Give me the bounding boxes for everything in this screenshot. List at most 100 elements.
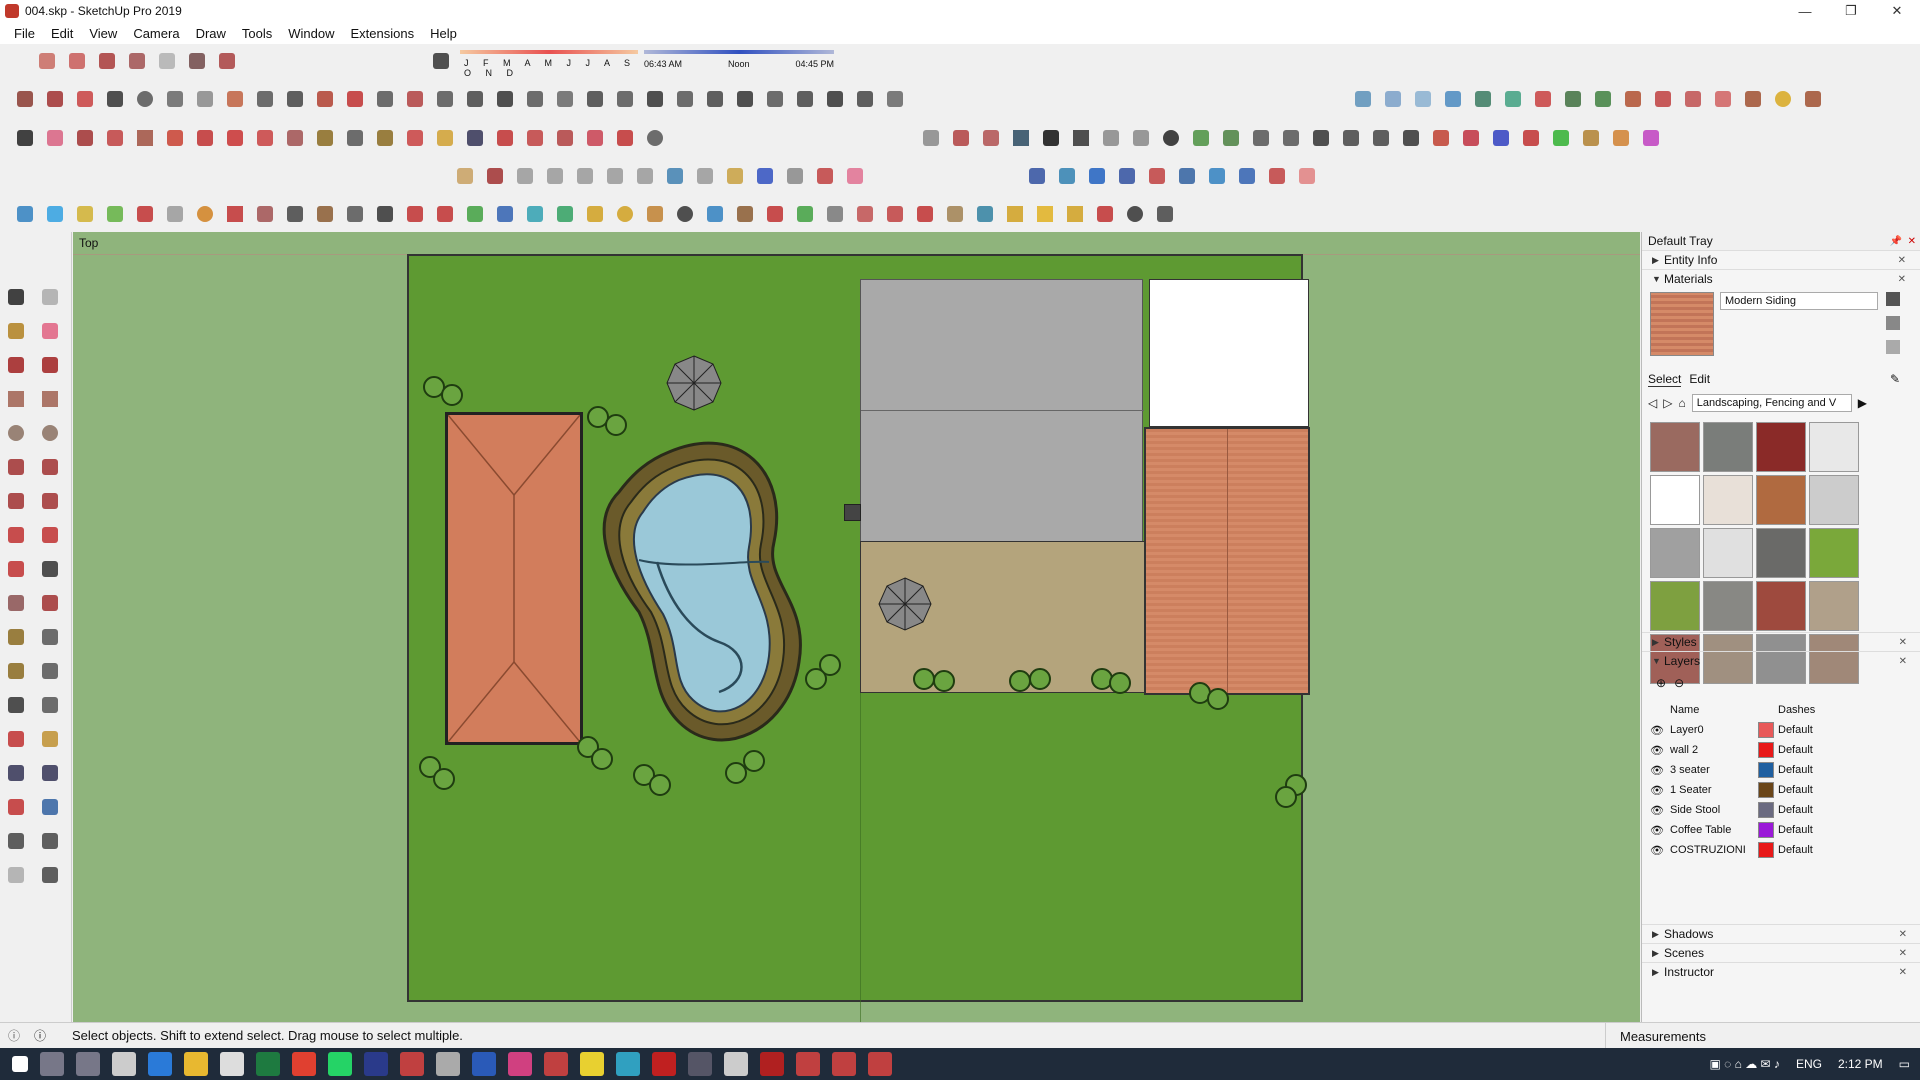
offset-icon[interactable] [192, 86, 218, 112]
extrude-icon[interactable] [372, 86, 398, 112]
terrain-4-icon[interactable] [1440, 86, 1466, 112]
offset-icon-left[interactable] [37, 590, 63, 616]
fredo-7-icon[interactable] [1710, 86, 1736, 112]
tab-edit[interactable]: Edit [1689, 372, 1710, 387]
component-b-icon[interactable] [1054, 163, 1080, 189]
ext-38-icon[interactable] [1122, 201, 1148, 227]
weld-icon[interactable] [72, 86, 98, 112]
ext-9-icon[interactable] [252, 201, 278, 227]
material-swatch[interactable] [1650, 581, 1700, 631]
close-tray-icon[interactable]: ✕ [1908, 236, 1916, 247]
pattern-icon[interactable] [702, 86, 728, 112]
orbit-icon-left[interactable] [3, 726, 29, 752]
terrain-5-icon[interactable] [1470, 86, 1496, 112]
language-indicator[interactable]: ENG [1796, 1057, 1822, 1071]
layer-dashes[interactable]: Default [1778, 724, 1813, 736]
gear-icon[interactable] [1158, 125, 1184, 151]
line-tool-icon[interactable] [72, 125, 98, 151]
iso-view-icon[interactable] [34, 48, 60, 74]
layer-color-swatch[interactable] [1758, 762, 1774, 778]
bend-icon[interactable] [522, 86, 548, 112]
month-slider[interactable]: J F M A M J J A S O N D [460, 50, 638, 78]
sketchup-icon-3[interactable] [832, 1052, 856, 1076]
arc-dropdown-icon[interactable] [102, 125, 128, 151]
ext-39-icon[interactable] [1152, 201, 1178, 227]
layer-row[interactable]: 👁 3 seater Default [1642, 760, 1920, 780]
drawing-viewport[interactable]: Top [73, 232, 1640, 1026]
sketchup-icon-active[interactable] [868, 1052, 892, 1076]
ext-4-icon[interactable] [102, 201, 128, 227]
3dtext-icon-left[interactable] [37, 692, 63, 718]
app-2-icon[interactable] [436, 1052, 460, 1076]
section-icon-left[interactable] [37, 862, 63, 888]
materials-section[interactable]: ▼ Materials ✕ [1642, 269, 1920, 288]
top-view-icon[interactable] [64, 48, 90, 74]
right-view-icon[interactable] [124, 48, 150, 74]
ext-3-icon[interactable] [72, 201, 98, 227]
perspective-icon[interactable] [214, 48, 240, 74]
material-swatch[interactable] [1756, 528, 1806, 578]
fredo-5-icon[interactable] [1650, 86, 1676, 112]
ext-32-icon[interactable] [942, 201, 968, 227]
zoomext-icon-left[interactable] [3, 794, 29, 820]
component-e-icon[interactable] [1144, 163, 1170, 189]
text-icon-left[interactable] [37, 658, 63, 684]
axis-7-icon[interactable] [1608, 125, 1634, 151]
mirror-icon[interactable] [582, 86, 608, 112]
details-arrow-icon[interactable]: ▶ [1858, 396, 1867, 410]
curve-8-icon[interactable] [722, 163, 748, 189]
close-section-icon[interactable]: ✕ [1898, 255, 1906, 266]
back-arrow-icon[interactable]: ◁ [1648, 396, 1657, 410]
ext-7-icon[interactable] [192, 201, 218, 227]
sketchup-icon-1[interactable] [544, 1052, 568, 1076]
tape-icon-left[interactable] [3, 624, 29, 650]
zoom-icon-left[interactable] [3, 760, 29, 786]
minimize-button[interactable]: — [1782, 0, 1828, 22]
entity-info-section[interactable]: ▶ Entity Info ✕ [1642, 250, 1920, 269]
divide-icon[interactable] [342, 86, 368, 112]
material-swatch[interactable] [1703, 422, 1753, 472]
app-1-icon[interactable] [400, 1052, 424, 1076]
home-icon[interactable]: ⌂ [1678, 396, 1685, 410]
ext-13-icon[interactable] [372, 201, 398, 227]
curve-6-icon[interactable] [662, 163, 688, 189]
front-view-icon[interactable] [94, 48, 120, 74]
layer-name[interactable]: Side Stool [1670, 804, 1758, 816]
house-5-icon[interactable] [1398, 125, 1424, 151]
fredo-3-icon[interactable] [1590, 86, 1616, 112]
ext-6-icon[interactable] [162, 201, 188, 227]
fredo-8-icon[interactable] [1740, 86, 1766, 112]
render-1-icon[interactable] [948, 125, 974, 151]
curve-9-icon[interactable] [752, 163, 778, 189]
ext-12-icon[interactable] [342, 201, 368, 227]
settings-tools-icon[interactable] [1800, 86, 1826, 112]
default-material-icon[interactable] [1886, 340, 1900, 354]
join-icon[interactable] [642, 86, 668, 112]
layer-color-swatch[interactable] [1758, 842, 1774, 858]
menu-file[interactable]: File [6, 26, 43, 41]
layer-row[interactable]: 👁 Side Stool Default [1642, 800, 1920, 820]
terrain-2-icon[interactable] [1380, 86, 1406, 112]
layer-row[interactable]: 👁 wall 2 Default [1642, 740, 1920, 760]
menu-help[interactable]: Help [422, 26, 465, 41]
circle-tool-icon[interactable] [132, 86, 158, 112]
layer-dashes[interactable]: Default [1778, 824, 1813, 836]
ext-28-icon[interactable] [822, 201, 848, 227]
follow-me-icon[interactable] [192, 125, 218, 151]
prevview-icon-left[interactable] [37, 794, 63, 820]
arc2-icon-left[interactable] [37, 454, 63, 480]
axis-3-icon[interactable] [1488, 125, 1514, 151]
eraser-icon[interactable] [42, 125, 68, 151]
ext-15-icon[interactable] [432, 201, 458, 227]
close-button[interactable]: ✕ [1874, 0, 1920, 22]
polyline-icon[interactable] [312, 86, 338, 112]
bezier-icon[interactable] [282, 86, 308, 112]
layer-name[interactable]: Layer0 [1670, 724, 1758, 736]
close-section-icon[interactable]: ✕ [1899, 967, 1907, 978]
zoom-icon[interactable] [462, 125, 488, 151]
freehand-icon-left[interactable] [37, 352, 63, 378]
material-category-select[interactable]: Landscaping, Fencing and V [1691, 394, 1852, 412]
geo-location-icon[interactable]: ⓘ [8, 1027, 20, 1044]
ext-10-icon[interactable] [282, 201, 308, 227]
store-icon[interactable] [220, 1052, 244, 1076]
